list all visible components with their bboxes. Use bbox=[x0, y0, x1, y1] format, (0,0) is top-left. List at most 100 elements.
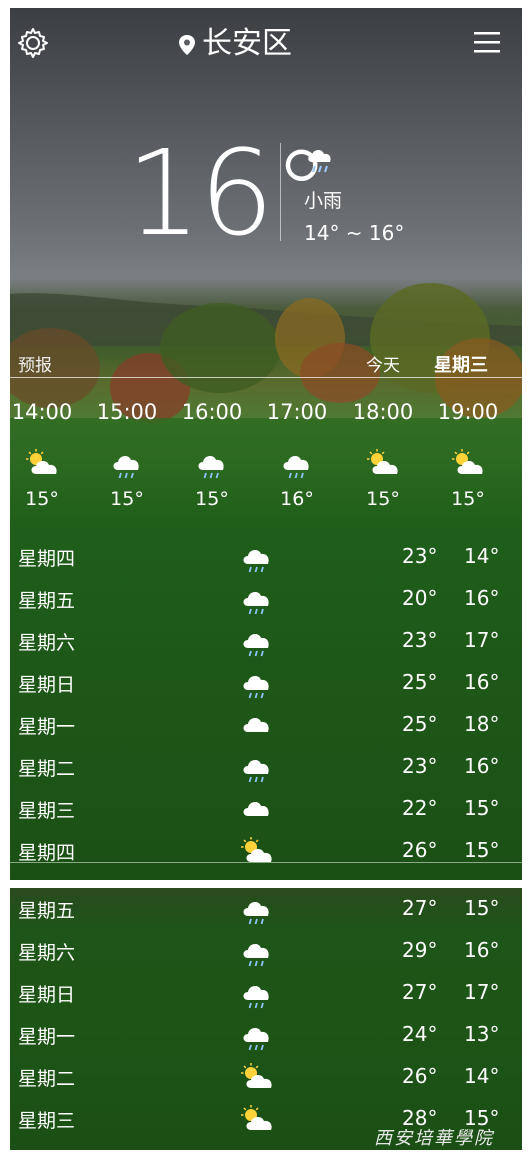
partly-sunny-icon bbox=[367, 449, 398, 474]
daily-row[interactable]: 星期二 23° 16° bbox=[10, 748, 522, 788]
hour-time: 17:00 bbox=[266, 400, 328, 424]
day-low: 16° bbox=[464, 670, 500, 694]
day-high: 26° bbox=[402, 1064, 438, 1088]
day-name: 星期日 bbox=[18, 674, 76, 696]
day-name: 星期三 bbox=[18, 1110, 76, 1132]
rain-icon bbox=[113, 456, 139, 479]
day-high: 29° bbox=[402, 938, 438, 962]
daily-row[interactable]: 星期一 25° 18° bbox=[10, 706, 522, 746]
current-condition: 小雨 bbox=[304, 190, 343, 212]
day-name: 星期六 bbox=[18, 942, 76, 964]
daily-row[interactable]: 星期四 23° 14° bbox=[10, 538, 522, 578]
hour-time: 16:00 bbox=[181, 400, 243, 424]
cloudy-icon bbox=[243, 802, 269, 816]
rain-icon bbox=[243, 550, 269, 573]
day-high: 27° bbox=[402, 896, 438, 920]
hour-time: 19:00 bbox=[437, 400, 499, 424]
day-name: 星期五 bbox=[18, 900, 76, 922]
location-pin-icon bbox=[179, 34, 195, 55]
partly-sunny-icon bbox=[241, 1105, 272, 1130]
day-low: 17° bbox=[464, 628, 500, 652]
daily-row[interactable]: 星期三 22° 15° bbox=[10, 790, 522, 830]
rain-icon bbox=[243, 944, 269, 967]
divider bbox=[280, 143, 281, 241]
hour-time: 14:00 bbox=[11, 400, 73, 424]
cloudy-icon bbox=[243, 718, 269, 732]
day-high: 22° bbox=[402, 796, 438, 820]
current-temperature: 16° bbox=[126, 124, 331, 262]
location-title[interactable]: 长安区 bbox=[178, 26, 292, 62]
day-high: 24° bbox=[402, 1022, 438, 1046]
hour-item: 14:00 15° bbox=[10, 400, 82, 510]
forecast-label: 预报 bbox=[18, 356, 52, 376]
light-rain-icon bbox=[308, 149, 331, 173]
day-high: 23° bbox=[402, 628, 438, 652]
hour-item: 16:00 15° bbox=[172, 400, 252, 510]
day-name: 星期二 bbox=[18, 1068, 76, 1090]
header-bar: 长安区 bbox=[10, 18, 522, 66]
day-name: 星期六 bbox=[18, 632, 76, 654]
forecast-divider bbox=[10, 377, 522, 378]
day-name: 星期三 bbox=[18, 800, 76, 822]
hour-time: 15:00 bbox=[96, 400, 158, 424]
day-high: 25° bbox=[402, 712, 438, 736]
weather-screen-bottom: 星期五 27° 15° 星期六 29° 16° 星期日 27° 17° 星期一 24° 13° 星期二 2… bbox=[10, 888, 522, 1150]
rain-icon bbox=[243, 1028, 269, 1051]
settings-gear-icon[interactable] bbox=[16, 26, 50, 60]
day-low: 16° bbox=[464, 586, 500, 610]
rain-icon bbox=[243, 592, 269, 615]
day-high: 27° bbox=[402, 980, 438, 1004]
day-name: 星期日 bbox=[18, 984, 76, 1006]
day-low: 16° bbox=[464, 938, 500, 962]
daily-row[interactable]: 星期二 26° 14° bbox=[10, 1058, 522, 1098]
daily-row[interactable]: 星期日 25° 16° bbox=[10, 664, 522, 704]
rain-icon bbox=[243, 634, 269, 657]
hour-temp: 15° bbox=[110, 488, 144, 510]
location-name: 长安区 bbox=[202, 26, 292, 61]
hour-temp: 16° bbox=[280, 488, 314, 510]
daily-row[interactable]: 星期六 29° 16° bbox=[10, 932, 522, 972]
partly-sunny-icon bbox=[241, 837, 272, 862]
hour-item: 19:00 15° bbox=[428, 400, 508, 510]
day-high: 23° bbox=[402, 544, 438, 568]
hour-temp: 15° bbox=[451, 488, 485, 510]
daily-row[interactable]: 星期一 24° 13° bbox=[10, 1016, 522, 1056]
day-low: 15° bbox=[464, 896, 500, 920]
day-low: 16° bbox=[464, 754, 500, 778]
day-name: 星期五 bbox=[18, 590, 76, 612]
day-name: 星期一 bbox=[18, 1026, 76, 1048]
rain-icon bbox=[198, 456, 224, 479]
hour-item: 17:00 16° bbox=[257, 400, 337, 510]
hour-temp: 15° bbox=[195, 488, 229, 510]
menu-hamburger-icon[interactable] bbox=[472, 28, 502, 58]
day-low: 18° bbox=[464, 712, 500, 736]
today-label: 今天 bbox=[366, 356, 400, 376]
rain-icon bbox=[243, 676, 269, 699]
hour-temp: 15° bbox=[25, 488, 59, 510]
daily-row[interactable]: 星期日 27° 17° bbox=[10, 974, 522, 1014]
day-high: 23° bbox=[402, 754, 438, 778]
day-low: 15° bbox=[464, 796, 500, 820]
list-divider bbox=[10, 862, 522, 863]
daily-row[interactable]: 星期四 26° 15° bbox=[10, 832, 522, 872]
hour-temp: 15° bbox=[366, 488, 400, 510]
day-high: 26° bbox=[402, 838, 438, 862]
partly-sunny-icon bbox=[26, 449, 57, 474]
rain-icon bbox=[243, 760, 269, 783]
day-low: 14° bbox=[464, 544, 500, 568]
day-low: 17° bbox=[464, 980, 500, 1004]
rain-icon bbox=[243, 902, 269, 925]
day-low: 14° bbox=[464, 1064, 500, 1088]
weekday-label: 星期三 bbox=[434, 355, 488, 376]
day-name: 星期一 bbox=[18, 716, 76, 738]
hour-time: 18:00 bbox=[352, 400, 414, 424]
partly-sunny-icon bbox=[452, 449, 483, 474]
day-high: 25° bbox=[402, 670, 438, 694]
day-low: 13° bbox=[464, 1022, 500, 1046]
day-name: 星期二 bbox=[18, 758, 76, 780]
daily-row[interactable]: 星期六 23° 17° bbox=[10, 622, 522, 662]
partly-sunny-icon bbox=[241, 1063, 272, 1088]
daily-row[interactable]: 星期五 20° 16° bbox=[10, 580, 522, 620]
hour-item: 15:00 15° bbox=[87, 400, 167, 510]
daily-row[interactable]: 星期五 27° 15° bbox=[10, 890, 522, 930]
